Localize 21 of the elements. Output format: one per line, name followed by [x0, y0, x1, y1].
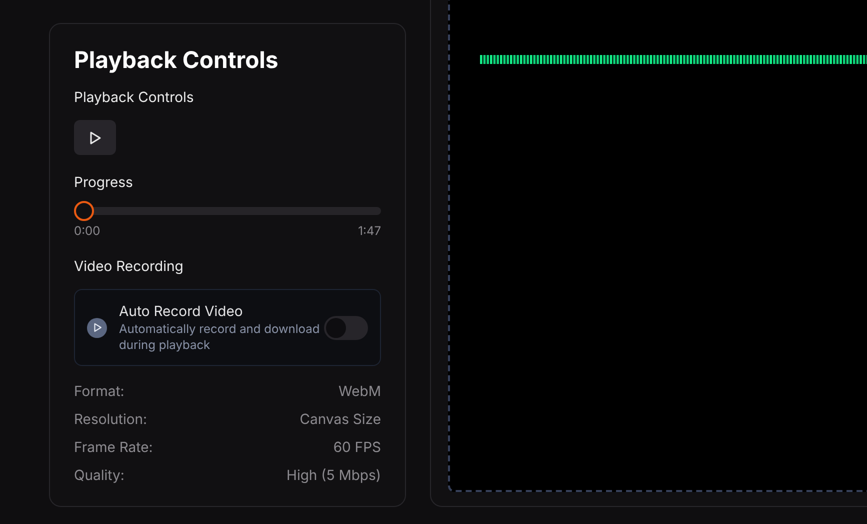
option-description: Automatically record and download during playback [119, 320, 321, 352]
detail-label: Frame Rate: [74, 438, 153, 458]
panel-title: Playback Controls [74, 45, 280, 76]
detail-value: 60 FPS [333, 438, 381, 458]
detail-label: Format: [74, 382, 124, 402]
section-heading: Video Recording [74, 257, 184, 277]
slider-thumb[interactable] [74, 201, 94, 221]
current-time: 0:00 [74, 223, 100, 239]
detail-label: Resolution: [74, 410, 148, 430]
toggle-switch[interactable] [324, 316, 368, 340]
detail-value: Canvas Size [300, 410, 381, 430]
progress-slider[interactable] [74, 200, 381, 222]
detail-value: WebM [338, 382, 381, 402]
section-heading: Playback Controls [74, 88, 195, 108]
option-title: Auto Record Video [119, 302, 244, 320]
section-heading: Progress [74, 173, 134, 193]
detail-label: Quality: [74, 466, 124, 486]
detail-value: High (5 Mbps) [286, 466, 381, 486]
play-icon [92, 322, 102, 333]
total-time: 1:47 [358, 223, 381, 239]
play-button[interactable] [74, 120, 116, 155]
